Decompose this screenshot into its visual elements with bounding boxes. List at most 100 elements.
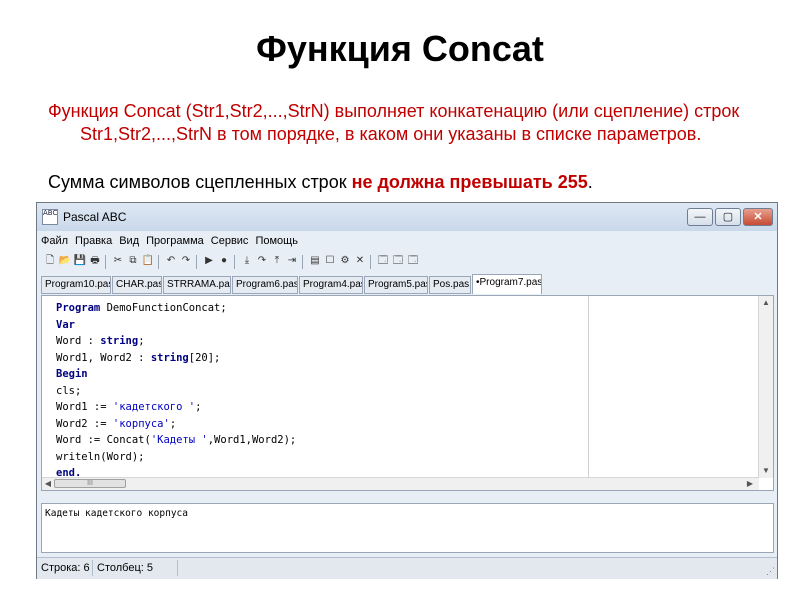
code-token: Word1, Word2 : — [56, 351, 151, 364]
paste-icon[interactable]: 📋 — [141, 254, 155, 268]
breakpoint-icon[interactable]: ☐ — [323, 254, 337, 268]
code-line[interactable]: cls; — [56, 383, 296, 400]
tab-program4[interactable]: Program4.pas — [299, 276, 363, 294]
tab-char[interactable]: CHAR.pas — [112, 276, 162, 294]
code-line[interactable]: Word : string; — [56, 333, 296, 350]
window-1-icon[interactable]: 🗔 — [376, 254, 390, 268]
code-string: 'корпуса' — [112, 417, 170, 430]
note-text: Сумма символов сцепленных строк — [48, 172, 352, 192]
code-line[interactable]: Program DemoFunctionConcat; — [56, 300, 296, 317]
code-token: ; — [169, 417, 177, 430]
run-icon[interactable]: ▶ — [202, 254, 216, 268]
code-line[interactable]: writeln(Word); — [56, 449, 296, 466]
copy-icon[interactable]: ⧉ — [126, 254, 140, 268]
close-button[interactable]: ✕ — [743, 208, 773, 226]
code-token: ,Word1,Word2); — [207, 434, 297, 446]
horizontal-scrollbar[interactable]: ◀ III ▶ — [42, 477, 759, 490]
code-token: writeln(Word); — [56, 450, 145, 463]
code-token: Word2 := — [56, 417, 113, 430]
menu-edit[interactable]: Правка — [75, 235, 112, 247]
code-line[interactable]: Word1 := 'кадетского '; — [56, 399, 296, 416]
status-bar: Строка: 6 Столбец: 5 ⋰ — [37, 557, 777, 579]
menu-help[interactable]: Помощь — [255, 235, 298, 247]
output-text: Кадеты кадетского корпуса — [45, 508, 188, 519]
undo-icon[interactable]: ↶ — [164, 254, 178, 268]
tab-program5[interactable]: Program5.pas — [364, 276, 428, 294]
maximize-button[interactable]: ▢ — [715, 208, 741, 226]
minimize-button[interactable]: — — [687, 208, 713, 226]
clear-icon[interactable]: ✕ — [353, 254, 367, 268]
menu-view[interactable]: Вид — [119, 235, 139, 247]
tab-program10[interactable]: Program10.pas — [41, 276, 111, 294]
code-keyword: Program — [56, 302, 101, 314]
slide-title: Функция Concat — [256, 28, 544, 69]
scroll-up-arrow[interactable]: ▲ — [761, 298, 771, 308]
open-file-icon[interactable]: 📂 — [58, 254, 72, 268]
vertical-scrollbar[interactable]: ▲ ▼ — [758, 296, 773, 478]
window-title: Pascal ABC — [63, 210, 127, 224]
tab-pos[interactable]: Pos.pas — [429, 276, 471, 294]
resize-grip[interactable]: ⋰ — [766, 566, 775, 577]
code-editor[interactable]: Program DemoFunctionConcat; Var Word : str… — [41, 295, 774, 491]
print-icon[interactable]: 🖶 — [88, 254, 102, 268]
pascal-abc-window: ABC Pascal ABC — ▢ ✕ Файл Правка Вид Програ… — [36, 202, 778, 579]
watch-icon[interactable]: ▤ — [308, 254, 322, 268]
toolbar-separator — [370, 255, 371, 269]
code-token: Word := Concat( — [56, 434, 151, 446]
status-line: Строка: 6 — [37, 560, 93, 576]
output-window[interactable]: Кадеты кадетского корпуса — [41, 503, 774, 553]
code-line[interactable]: Word := Concat('Кадеты ',Word1,Word2); — [56, 432, 296, 449]
scroll-thumb[interactable]: III — [54, 479, 126, 488]
tab-program7[interactable]: •Program7.pas — [472, 274, 542, 294]
code-string: 'кадетского ' — [112, 401, 196, 413]
code-string: 'Кадеты ' — [150, 434, 208, 446]
menu-file[interactable]: Файл — [41, 235, 68, 247]
length-note: Сумма символов сцепленных строк не должн… — [48, 171, 768, 194]
note-highlight: не должна превышать 255 — [351, 172, 588, 192]
scroll-right-arrow[interactable]: ▶ — [745, 479, 755, 489]
code-token: Word : — [56, 335, 101, 347]
code-token: ; — [138, 335, 145, 347]
app-icon: ABC — [42, 209, 58, 225]
step-over-icon[interactable]: ↷ — [255, 254, 269, 268]
code-token: [20]; — [188, 351, 221, 364]
toolbar-separator — [196, 255, 197, 269]
code-token: Word1 := — [56, 401, 113, 413]
note-end: . — [587, 172, 593, 192]
code-token: DemoFunctionConcat; — [100, 302, 227, 314]
debug-icon[interactable]: ⚙ — [338, 254, 352, 268]
toolbar-separator — [234, 255, 235, 269]
redo-icon[interactable]: ↷ — [179, 254, 193, 268]
step-out-icon[interactable]: ⤒ — [270, 254, 284, 268]
stop-icon[interactable]: ● — [217, 254, 231, 268]
scroll-down-arrow[interactable]: ▼ — [761, 466, 771, 476]
toolbar-separator — [302, 255, 303, 269]
new-file-icon[interactable]: 🗋 — [43, 254, 57, 268]
code-line[interactable]: Var — [56, 317, 296, 334]
code-keyword: Var — [56, 318, 75, 331]
toolbar-separator — [158, 255, 159, 269]
window-3-icon[interactable]: 🗔 — [406, 254, 420, 268]
code-text[interactable]: Program DemoFunctionConcat; Var Word : str… — [56, 300, 296, 482]
code-keyword: string — [100, 335, 139, 347]
save-icon[interactable]: 💾 — [73, 254, 87, 268]
code-line[interactable]: Word1, Word2 : string[20]; — [56, 350, 296, 367]
code-line[interactable]: Begin — [56, 366, 296, 383]
code-keyword: string — [150, 351, 189, 364]
code-line[interactable]: Word2 := 'корпуса'; — [56, 416, 296, 433]
menu-program[interactable]: Программа — [146, 235, 204, 247]
run-to-cursor-icon[interactable]: ⇥ — [285, 254, 299, 268]
tab-program6[interactable]: Program6.pas — [232, 276, 298, 294]
cut-icon[interactable]: ✂ — [111, 254, 125, 268]
function-description: Функция Concat (Str1,Str2,...,StrN) выпо… — [48, 101, 740, 144]
right-margin-line — [588, 296, 589, 481]
step-into-icon[interactable]: ⤓ — [240, 254, 254, 268]
title-bar[interactable]: ABC Pascal ABC — ▢ ✕ — [37, 203, 777, 231]
code-keyword: Begin — [56, 368, 88, 380]
menu-bar: Файл Правка Вид Программа Сервис Помощь — [41, 235, 305, 251]
scroll-left-arrow[interactable]: ◀ — [43, 479, 53, 489]
window-2-icon[interactable]: 🗔 — [391, 254, 405, 268]
code-token: cls; — [56, 384, 82, 397]
menu-service[interactable]: Сервис — [211, 235, 249, 247]
tab-strrama[interactable]: STRRAMA.pas — [163, 276, 231, 294]
